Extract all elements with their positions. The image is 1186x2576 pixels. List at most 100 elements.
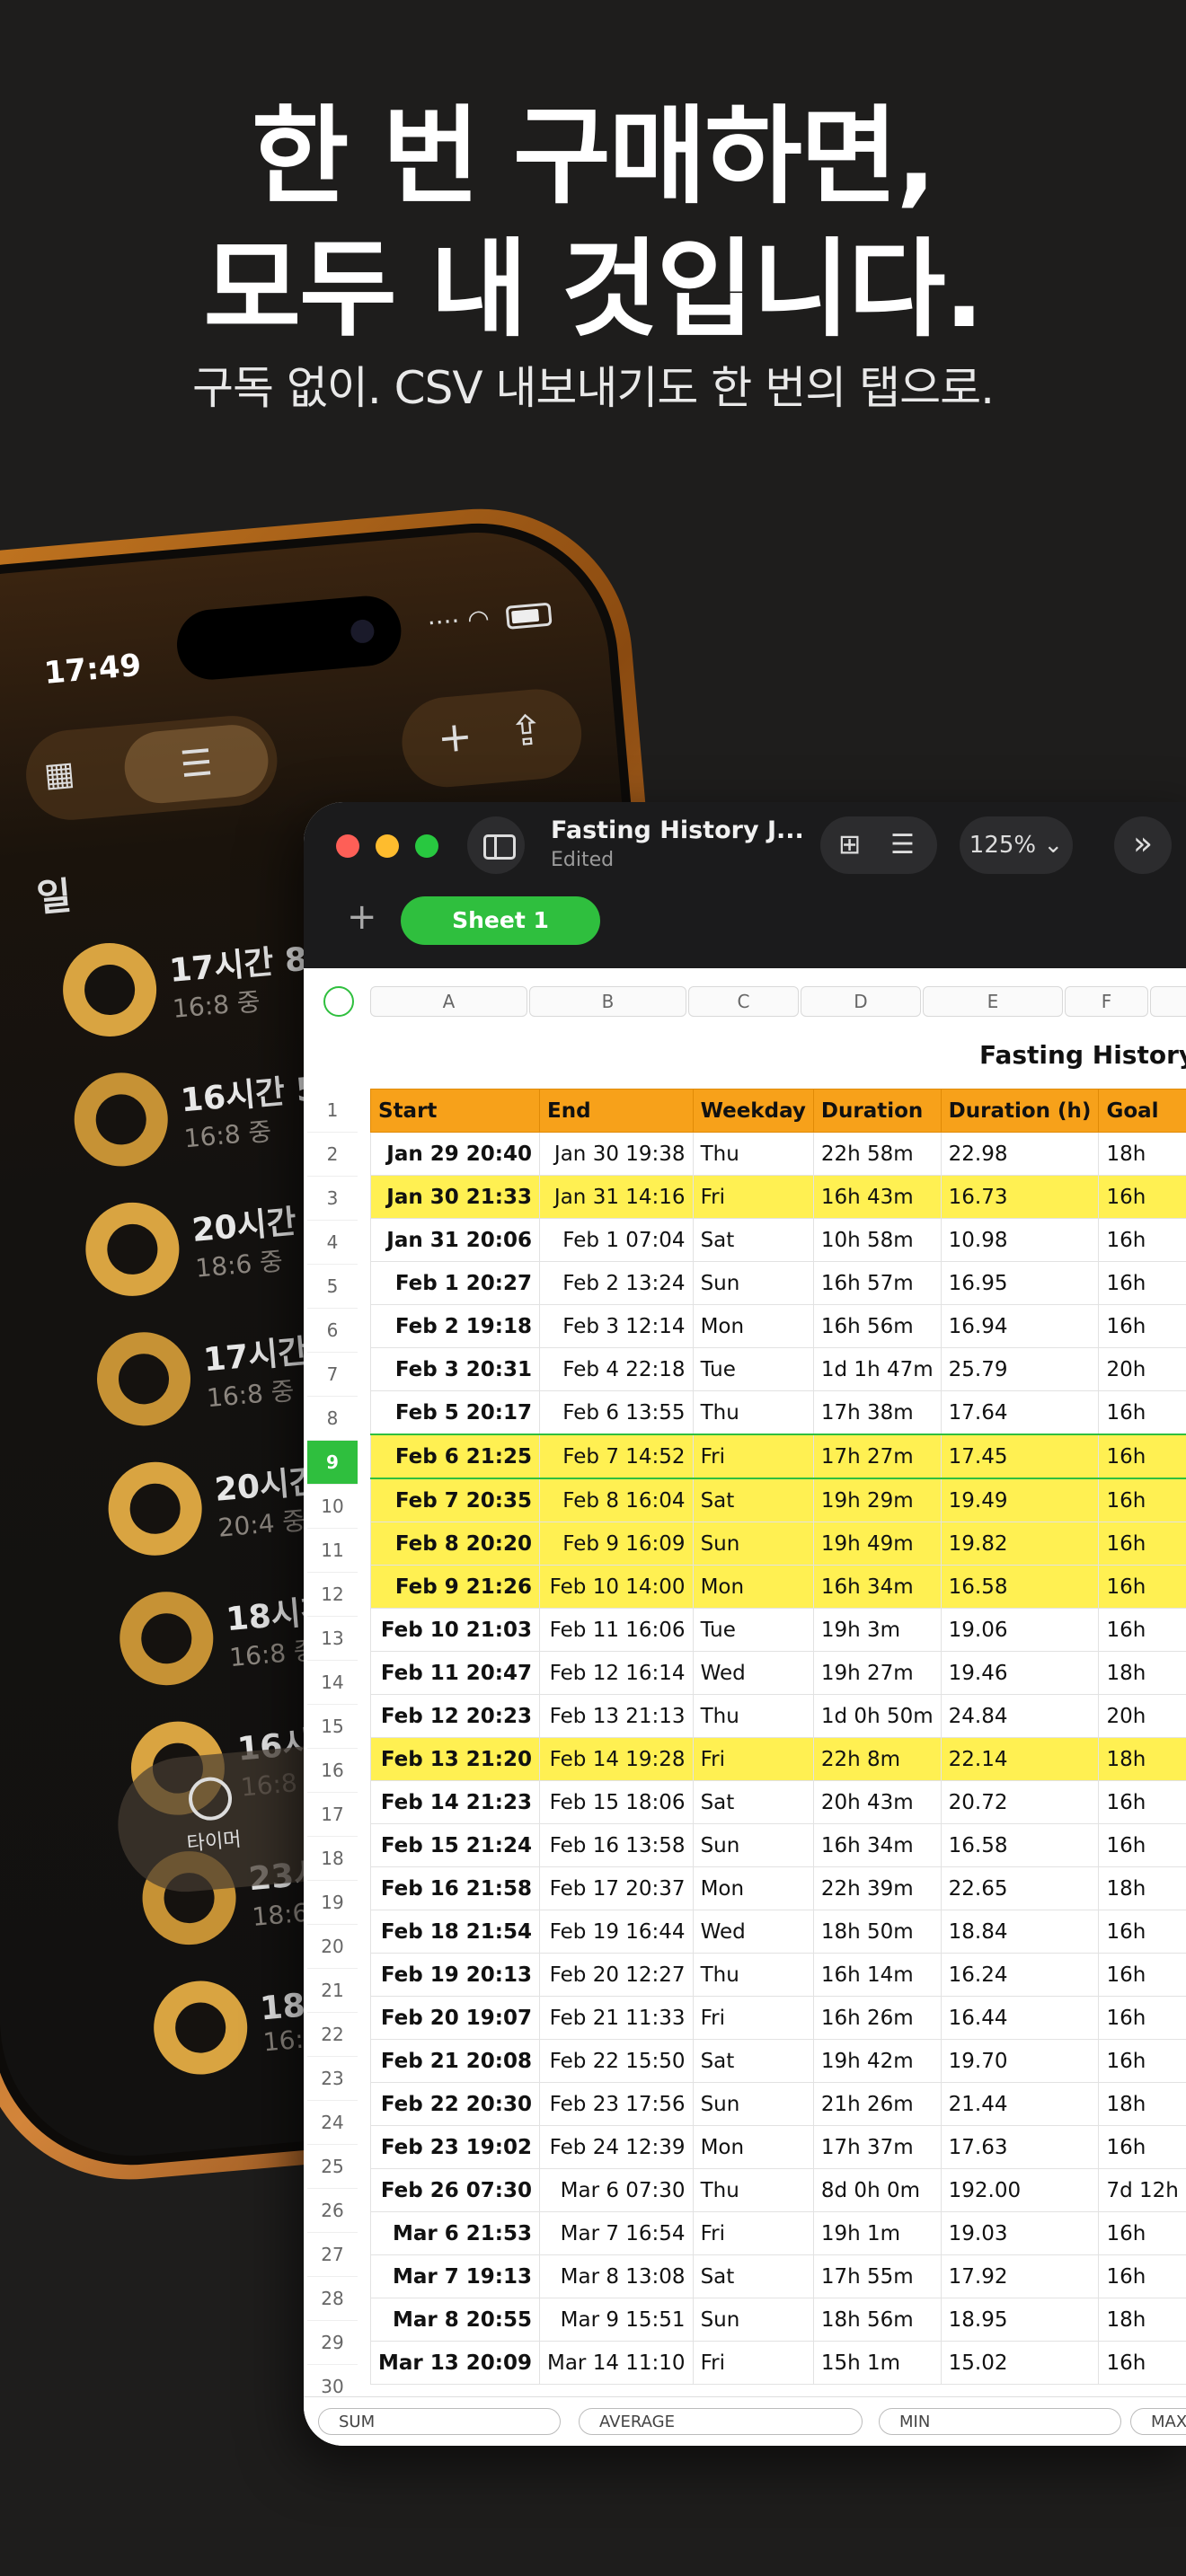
table-cell[interactable]: 22h 8m	[812, 1737, 942, 1781]
table-cell[interactable]: 19.49	[940, 1478, 1100, 1522]
table-row[interactable]: Feb 10 21:03 Feb 11 16:06 Tue 19h 3m 19.06 16…	[370, 1608, 1186, 1652]
table-cell[interactable]: 20h 43m	[812, 1780, 942, 1824]
table-cell[interactable]: 16h 34m	[812, 1823, 942, 1867]
table-cell[interactable]: 16h 26m	[812, 1996, 942, 2040]
row-number[interactable]: 2	[307, 1133, 358, 1177]
table-cell[interactable]: Thu	[692, 1390, 814, 1435]
table-cell[interactable]: Thu	[692, 2168, 814, 2212]
table-row[interactable]: Feb 15 21:24 Feb 16 13:58 Sun 16h 34m 16.58 1…	[370, 1823, 1186, 1867]
table-cell[interactable]: 20.72	[940, 1780, 1100, 1824]
table-cell[interactable]: 16h	[1098, 1175, 1186, 1219]
data-table[interactable]: StartEndWeekdayDurationDuration (h)GoalG…	[370, 1089, 1186, 2385]
table-cell[interactable]: Feb 3 12:14	[538, 1304, 694, 1348]
row-number[interactable]: 14	[307, 1661, 358, 1705]
row-number[interactable]: 28	[307, 2277, 358, 2321]
table-cell[interactable]: 20h	[1098, 1694, 1186, 1738]
row-number[interactable]: 12	[307, 1573, 358, 1617]
table-row[interactable]: Feb 21 20:08 Feb 22 15:50 Sat 19h 42m 19.70 1…	[370, 2039, 1186, 2083]
table-cell[interactable]: Mar 8 20:55	[370, 2298, 540, 2342]
table-row[interactable]: Feb 5 20:17 Feb 6 13:55 Thu 17h 38m 17.64 16h…	[370, 1390, 1186, 1435]
table-cell[interactable]: 16.94	[940, 1304, 1100, 1348]
table-cell[interactable]: Feb 6 13:55	[538, 1390, 694, 1435]
row-number[interactable]: 22	[307, 2013, 358, 2057]
table-row[interactable]: Feb 23 19:02 Feb 24 12:39 Mon 17h 37m 17.63 1…	[370, 2125, 1186, 2169]
table-cell[interactable]: Mar 6 21:53	[370, 2211, 540, 2255]
table-cell[interactable]: 1d 0h 50m	[812, 1694, 942, 1738]
table-cell[interactable]: 16.58	[940, 1565, 1100, 1609]
table-row[interactable]: Feb 8 20:20 Feb 9 16:09 Sun 19h 49m 19.82 16h…	[370, 1522, 1186, 1566]
row-number[interactable]: 8	[307, 1397, 358, 1441]
table-cell[interactable]: Feb 21 20:08	[370, 2039, 540, 2083]
table-cell[interactable]: Feb 23 17:56	[538, 2082, 694, 2126]
table-cell[interactable]: Feb 18 21:54	[370, 1910, 540, 1954]
table-cell[interactable]: 19h 49m	[812, 1522, 942, 1566]
table-row[interactable]: Mar 8 20:55 Mar 9 15:51 Sun 18h 56m 18.95 18h…	[370, 2298, 1186, 2342]
table-cell[interactable]: 17.63	[940, 2125, 1100, 2169]
column-header[interactable]: A	[370, 986, 527, 1017]
table-cell[interactable]: Feb 14 19:28	[538, 1737, 694, 1781]
sheet-tab[interactable]: Sheet 1	[401, 896, 600, 945]
table-cell[interactable]: 16h	[1098, 2254, 1186, 2298]
header-cell[interactable]: Duration (h)	[940, 1089, 1100, 1133]
table-cell[interactable]: Feb 22 20:30	[370, 2082, 540, 2126]
table-cell[interactable]: Feb 9 16:09	[538, 1522, 694, 1566]
table-cell[interactable]: Feb 26 07:30	[370, 2168, 540, 2212]
table-cell[interactable]: Feb 13 21:13	[538, 1694, 694, 1738]
table-cell[interactable]: 18h	[1098, 1866, 1186, 1910]
row-number[interactable]: 9	[307, 1441, 358, 1485]
table-cell[interactable]: Mon	[692, 2125, 814, 2169]
table-cell[interactable]: Feb 15 18:06	[538, 1780, 694, 1824]
table-cell[interactable]: Feb 7 14:52	[538, 1434, 694, 1479]
table-cell[interactable]: 18h 50m	[812, 1910, 942, 1954]
row-number[interactable]: 3	[307, 1177, 358, 1221]
row-number[interactable]: 18	[307, 1837, 358, 1881]
table-cell[interactable]: 20h	[1098, 1347, 1186, 1391]
column-header[interactable]: C	[688, 986, 799, 1017]
add-icon[interactable]: +	[436, 711, 474, 763]
table-cell[interactable]: 8d 0h 0m	[812, 2168, 942, 2212]
row-number[interactable]: 11	[307, 1529, 358, 1573]
table-cell[interactable]: Mar 9 15:51	[538, 2298, 694, 2342]
table-cell[interactable]: Tue	[692, 1608, 814, 1652]
calendar-icon[interactable]: ▦	[42, 755, 75, 795]
table-cell[interactable]: 18h	[1098, 1737, 1186, 1781]
table-cell[interactable]: Mar 7 16:54	[538, 2211, 694, 2255]
table-cell[interactable]: Mon	[692, 1866, 814, 1910]
row-number[interactable]: 7	[307, 1353, 358, 1397]
table-cell[interactable]: Fri	[692, 1737, 814, 1781]
table-cell[interactable]: 16h	[1098, 1823, 1186, 1867]
table-cell[interactable]: 16.24	[940, 1953, 1100, 1997]
table-cell[interactable]: Feb 13 21:20	[370, 1737, 540, 1781]
table-cell[interactable]: Jan 31 20:06	[370, 1218, 540, 1262]
table-cell[interactable]: Fri	[692, 1434, 814, 1479]
row-number[interactable]: 19	[307, 1881, 358, 1925]
table-cell[interactable]: 22h 58m	[812, 1132, 942, 1176]
table-cell[interactable]: 22.14	[940, 1737, 1100, 1781]
table-cell[interactable]: 7d 12h	[1098, 2168, 1186, 2212]
table-cell[interactable]: 16h	[1098, 1953, 1186, 1997]
table-cell[interactable]: Wed	[692, 1651, 814, 1695]
table-cell[interactable]: 17.92	[940, 2254, 1100, 2298]
table-row[interactable]: Feb 18 21:54 Feb 19 16:44 Wed 18h 50m 18.84 1…	[370, 1910, 1186, 1954]
row-number[interactable]: 13	[307, 1617, 358, 1661]
table-cell[interactable]: Sat	[692, 1218, 814, 1262]
table-cell[interactable]: 15.02	[940, 2341, 1100, 2385]
table-row[interactable]: Feb 6 21:25 Feb 7 14:52 Fri 17h 27m 17.45 16h…	[370, 1434, 1186, 1479]
view-switcher[interactable]: ▦ ☰	[22, 711, 281, 824]
table-cell[interactable]: 16h 43m	[812, 1175, 942, 1219]
table-row[interactable]: Feb 14 21:23 Feb 15 18:06 Sat 20h 43m 20.72 1…	[370, 1780, 1186, 1824]
table-cell[interactable]: 19.06	[940, 1608, 1100, 1652]
table-cell[interactable]: Feb 2 19:18	[370, 1304, 540, 1348]
table-cell[interactable]: Feb 19 20:13	[370, 1953, 540, 1997]
table-row[interactable]: Jan 31 20:06 Feb 1 07:04 Sat 10h 58m 10.98 16…	[370, 1218, 1186, 1262]
table-cell[interactable]: 18h	[1098, 2298, 1186, 2342]
table-cell[interactable]: Sat	[692, 1478, 814, 1522]
table-cell[interactable]: Feb 17 20:37	[538, 1866, 694, 1910]
add-sheet-icon[interactable]: +	[347, 896, 377, 938]
column-header[interactable]: D	[801, 986, 921, 1017]
tab-timer[interactable]: 타이머	[159, 1773, 264, 1858]
select-all-handle[interactable]	[323, 986, 354, 1017]
table-cell[interactable]: Feb 23 19:02	[370, 2125, 540, 2169]
table-cell[interactable]: Sun	[692, 1823, 814, 1867]
table-cell[interactable]: Mar 14 11:10	[538, 2341, 694, 2385]
